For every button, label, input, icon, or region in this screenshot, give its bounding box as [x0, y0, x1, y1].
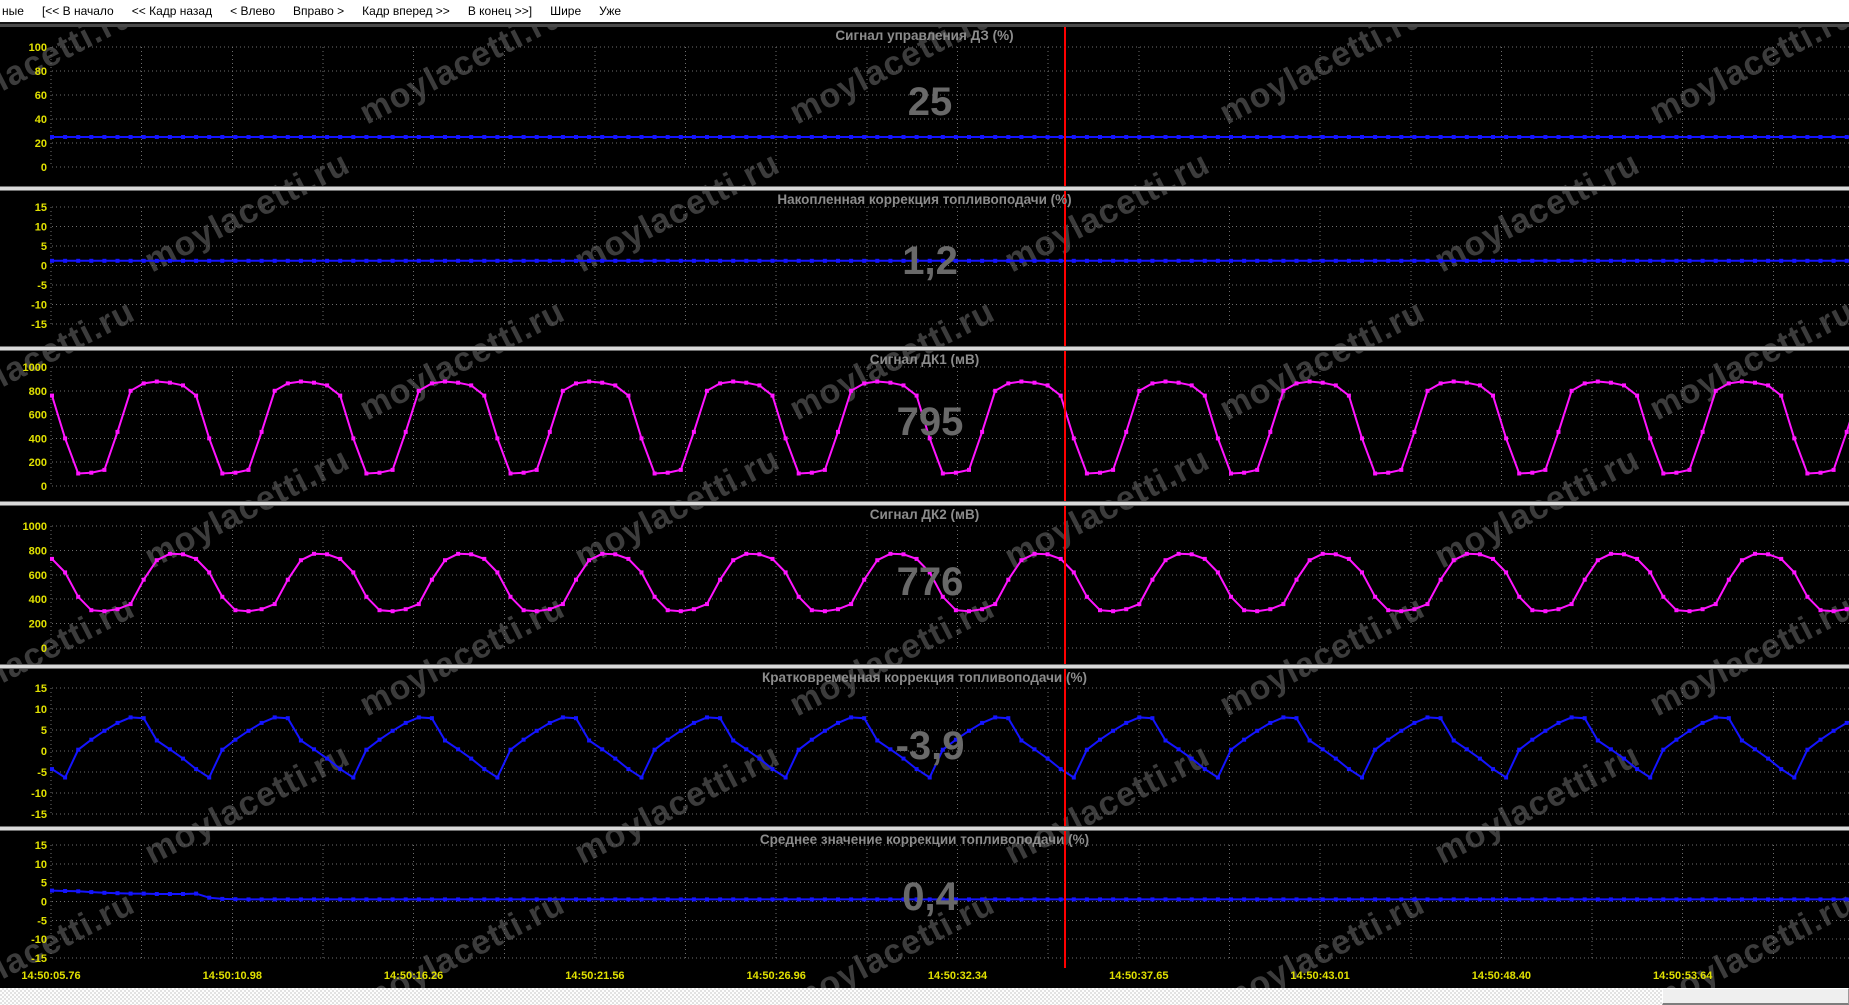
svg-text:0: 0 — [41, 643, 47, 655]
menu-item-left[interactable]: < Влево — [221, 4, 284, 18]
svg-text:-10: -10 — [31, 788, 47, 800]
time-label: 14:50:48.40 — [1472, 970, 1531, 982]
svg-text:10: 10 — [35, 222, 47, 234]
svg-text:0: 0 — [41, 746, 47, 758]
svg-text:5: 5 — [41, 241, 47, 253]
svg-text:10: 10 — [35, 859, 47, 871]
svg-text:-5: -5 — [37, 915, 47, 927]
time-axis: 14:50:05.76 14:50:10.98 14:50:16.26 14:50:2… — [0, 968, 1849, 988]
svg-text:800: 800 — [29, 386, 47, 398]
svg-text:15: 15 — [35, 840, 47, 852]
svg-text:80: 80 — [35, 66, 47, 78]
svg-text:400: 400 — [29, 594, 47, 606]
chart-area: moylacetti.rumoylacetti.rumoylacetti.rum… — [0, 24, 1849, 988]
svg-text:0: 0 — [41, 897, 47, 909]
svg-text:5: 5 — [41, 725, 47, 737]
time-label: 14:50:32.34 — [928, 970, 987, 982]
svg-text:-5: -5 — [37, 767, 47, 779]
menu-item-to-end[interactable]: В конец >>] — [459, 4, 541, 18]
chart-panel-throttle-signal[interactable]: 100806040200 Сигнал управления ДЗ (%) 25 — [0, 27, 1849, 186]
panel-divider — [0, 186, 1849, 191]
o2-sensor-2-plot[interactable]: 1000 800 600 400 200 0 — [0, 506, 1849, 664]
time-label: 14:50:37.65 — [1109, 970, 1168, 982]
long-term-trim-plot[interactable]: 15 10 5 0 -5 -10 -15 — [0, 191, 1849, 346]
panel-divider — [0, 664, 1849, 669]
svg-text:-15: -15 — [31, 953, 47, 965]
svg-text:40: 40 — [35, 114, 47, 126]
chart-panel-mean-trim[interactable]: 151050-5-10-15 Среднее значение коррекци… — [0, 831, 1849, 968]
o2-sensor-1-plot[interactable]: 1000 800 600 400 200 0 — [0, 351, 1849, 501]
svg-text:-15: -15 — [31, 319, 47, 331]
time-label: 14:50:26.96 — [747, 970, 806, 982]
mean-trim-plot[interactable]: 15 10 5 0 -5 -10 -15 — [0, 831, 1849, 968]
svg-text:10: 10 — [35, 704, 47, 716]
menu-item-wider[interactable]: Шире — [541, 4, 590, 18]
svg-text:400: 400 — [29, 433, 47, 445]
menu-item-frame-back[interactable]: << Кадр назад — [123, 4, 221, 18]
throttle-signal-plot[interactable]: 100 80 60 40 20 0 — [0, 27, 1849, 186]
svg-text:1000: 1000 — [23, 521, 47, 533]
svg-text:0: 0 — [41, 481, 47, 493]
svg-text:15: 15 — [35, 683, 47, 695]
chart-panel-long-term-trim[interactable]: 151050-5-10-15 Накопленная коррекция топ… — [0, 191, 1849, 346]
svg-text:200: 200 — [29, 457, 47, 469]
panel-divider — [0, 346, 1849, 351]
menu-item-to-start[interactable]: [<< В начало — [33, 4, 123, 18]
time-label: 14:50:43.01 — [1290, 970, 1349, 982]
svg-text:100: 100 — [29, 42, 47, 54]
svg-text:15: 15 — [35, 202, 47, 214]
svg-text:800: 800 — [29, 545, 47, 557]
short-term-trim-plot[interactable]: 15 10 5 0 -5 -10 -15 — [0, 669, 1849, 826]
svg-text:5: 5 — [41, 878, 47, 890]
svg-text:600: 600 — [29, 570, 47, 582]
svg-text:-10: -10 — [31, 300, 47, 312]
menu-item-data[interactable]: ные — [0, 4, 33, 18]
svg-text:60: 60 — [35, 90, 47, 102]
panel-divider — [0, 826, 1849, 831]
time-label: 14:50:21.56 — [565, 970, 624, 982]
scrollbar-thumb[interactable] — [1662, 988, 1849, 1005]
chart-panel-o2-sensor-1[interactable]: 10008006004002000 Сигнал ДК1 (мВ) 795 — [0, 351, 1849, 501]
time-label: 14:50:10.98 — [203, 970, 262, 982]
chart-panel-short-term-trim[interactable]: 151050-5-10-15 Кратковременная коррекция… — [0, 669, 1849, 826]
svg-text:600: 600 — [29, 410, 47, 422]
time-label: 14:50:05.76 — [21, 970, 80, 982]
menu-item-right[interactable]: Вправо > — [284, 4, 353, 18]
menu-item-frame-forward[interactable]: Кадр вперед >> — [353, 4, 459, 18]
panel-divider — [0, 501, 1849, 506]
svg-text:0: 0 — [41, 261, 47, 273]
menu-item-narrower[interactable]: Уже — [590, 4, 630, 18]
svg-text:-10: -10 — [31, 934, 47, 946]
svg-text:-5: -5 — [37, 280, 47, 292]
svg-text:200: 200 — [29, 619, 47, 631]
menu-bar: ные [<< В начало << Кадр назад < Влево В… — [0, 0, 1849, 24]
chart-panel-o2-sensor-2[interactable]: 10008006004002000 Сигнал ДК2 (мВ) 776 — [0, 506, 1849, 664]
svg-text:0: 0 — [41, 162, 47, 174]
svg-text:1000: 1000 — [23, 362, 47, 374]
time-label: 14:50:16.26 — [384, 970, 443, 982]
time-label: 14:50:53.64 — [1653, 970, 1712, 982]
horizontal-scrollbar[interactable] — [0, 988, 1849, 1005]
svg-text:-15: -15 — [31, 809, 47, 821]
svg-text:20: 20 — [35, 138, 47, 150]
